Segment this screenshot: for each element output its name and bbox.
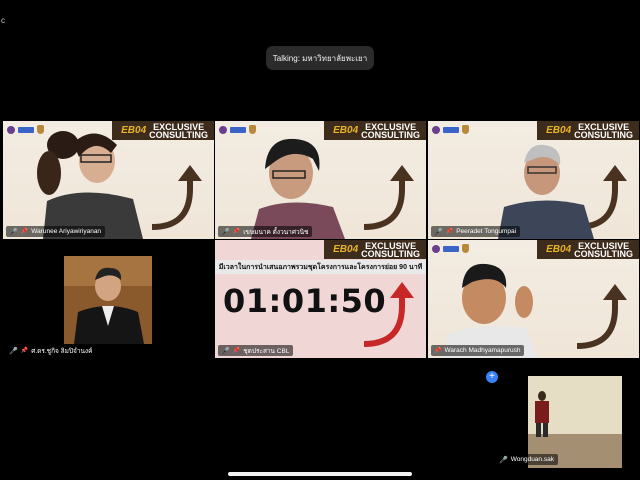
video-tile-timer[interactable]: EB04 EXCLUSIVE CONSULTING มีเวลาในการนำเส… bbox=[215, 240, 426, 358]
video-tile-warach[interactable]: EB04 EXCLUSIVE CONSULTING 📌 Warach Madhya… bbox=[428, 240, 639, 358]
participant-video bbox=[37, 131, 143, 239]
timer-heading: มีเวลาในการนำเสนอภาพรวมชุดโครงการและโครง… bbox=[215, 260, 426, 274]
partner-logo-icon bbox=[18, 126, 34, 133]
participant-video bbox=[442, 263, 538, 358]
corner-text: c bbox=[1, 16, 5, 25]
participant-name-tag: 📌 Warach Madhyamapurush bbox=[431, 345, 525, 356]
brand-banner: EB04 EXCLUSIVE CONSULTING bbox=[537, 121, 639, 140]
participant-name: ศ.ดร.ชูกิจ ลิมปิจำนงค์ bbox=[31, 347, 93, 355]
pin-icon: 📌 bbox=[20, 348, 29, 354]
participant-name-tag: 🎤 Wongduan.sak bbox=[496, 454, 558, 465]
video-tile-participant-4[interactable]: 🎤 📌 ศ.ดร.ชูกิจ ลิมปิจำนงค์ bbox=[3, 240, 214, 358]
add-icon[interactable]: + bbox=[486, 371, 498, 383]
brand-banner: EB04 EXCLUSIVE CONSULTING bbox=[324, 240, 426, 259]
participant-name-tag: 🎤 📌 เขษมนาค ตั้งวนาศวนิช bbox=[218, 226, 313, 237]
growth-arrow-icon bbox=[363, 165, 414, 230]
video-tile-warunee[interactable]: EB04 EXCLUSIVE CONSULTING 🎤 📌 Warunee Ari… bbox=[3, 121, 214, 239]
partner-logo-icon bbox=[230, 126, 246, 133]
growth-arrow-icon bbox=[576, 284, 627, 349]
pin-icon: 📌 bbox=[434, 348, 442, 354]
pin-icon: 📌 bbox=[232, 348, 241, 354]
participant-name: Warach Madhyamapurush bbox=[444, 347, 521, 354]
university-logo-icon bbox=[7, 125, 15, 134]
banner-title: EXCLUSIVE CONSULTING bbox=[149, 121, 208, 140]
participant-name-tag: 🎤 📌 Warunee Ariyawiriyanan bbox=[6, 226, 106, 237]
mic-muted-icon: 🎤 bbox=[9, 228, 18, 236]
mic-muted-icon: 🎤 bbox=[221, 347, 230, 355]
logo-strip bbox=[432, 125, 469, 134]
university-logo-icon bbox=[432, 244, 440, 253]
banner-title: EXCLUSIVE CONSULTING bbox=[574, 121, 633, 140]
participant-name: Peeradet Tongumpai bbox=[456, 228, 517, 235]
crest-logo-icon bbox=[462, 244, 469, 253]
video-tile-peeradet[interactable]: EB04 EXCLUSIVE CONSULTING 🎤 📌 Peeradet To… bbox=[428, 121, 639, 239]
participant-name: ชุดประสาน CBL bbox=[243, 347, 290, 355]
talking-indicator: Talking: มหาวิทยาลัยพะเยา bbox=[266, 46, 374, 70]
mic-muted-icon: 🎤 bbox=[9, 347, 18, 355]
participant-name-tag: 🎤 📌 ศ.ดร.ชูกิจ ลิมปิจำนงค์ bbox=[6, 345, 97, 356]
university-logo-icon bbox=[432, 125, 440, 134]
logo-strip bbox=[432, 244, 469, 253]
banner-code: EB04 bbox=[546, 244, 572, 255]
self-view-tile[interactable]: 🎤 Wongduan.sak bbox=[492, 376, 640, 468]
partner-logo-icon bbox=[443, 126, 459, 133]
participant-name: Warunee Ariyawiriyanan bbox=[31, 228, 102, 235]
home-indicator[interactable] bbox=[228, 472, 412, 476]
crest-logo-icon bbox=[37, 125, 44, 134]
banner-title: EXCLUSIVE CONSULTING bbox=[574, 240, 633, 259]
logo-strip bbox=[7, 125, 44, 134]
crest-logo-icon bbox=[462, 125, 469, 134]
banner-title: EXCLUSIVE CONSULTING bbox=[361, 240, 420, 259]
banner-code: EB04 bbox=[333, 244, 359, 255]
video-tile-participant-2[interactable]: EB04 EXCLUSIVE CONSULTING 🎤 📌 เขษมนาค ตั้… bbox=[215, 121, 426, 239]
participant-name: Wongduan.sak bbox=[510, 456, 554, 463]
countdown-timer: 01:01:50 bbox=[223, 282, 387, 320]
banner-code: EB04 bbox=[546, 125, 572, 136]
participant-video bbox=[251, 138, 345, 239]
banner-title: EXCLUSIVE CONSULTING bbox=[361, 121, 420, 140]
logo-strip bbox=[219, 125, 256, 134]
university-logo-icon bbox=[219, 125, 227, 134]
pin-icon: 📌 bbox=[232, 229, 241, 235]
crest-logo-icon bbox=[249, 125, 256, 134]
participant-name-tag: 🎤 📌 ชุดประสาน CBL bbox=[218, 345, 294, 356]
mic-muted-icon: 🎤 bbox=[221, 228, 230, 236]
mic-muted-icon: 🎤 bbox=[434, 228, 443, 236]
participant-name: เขษมนาค ตั้งวนาศวนิช bbox=[243, 228, 309, 236]
pin-icon: 📌 bbox=[20, 229, 29, 235]
participant-name-tag: 🎤 📌 Peeradet Tongumpai bbox=[431, 226, 521, 237]
mic-muted-icon: 🎤 bbox=[499, 456, 508, 464]
pin-icon: 📌 bbox=[445, 229, 454, 235]
participant-video bbox=[498, 144, 594, 239]
partner-logo-icon bbox=[443, 245, 459, 252]
brand-banner: EB04 EXCLUSIVE CONSULTING bbox=[537, 240, 639, 259]
participant-photo bbox=[64, 256, 152, 344]
growth-arrow-icon bbox=[151, 165, 202, 230]
